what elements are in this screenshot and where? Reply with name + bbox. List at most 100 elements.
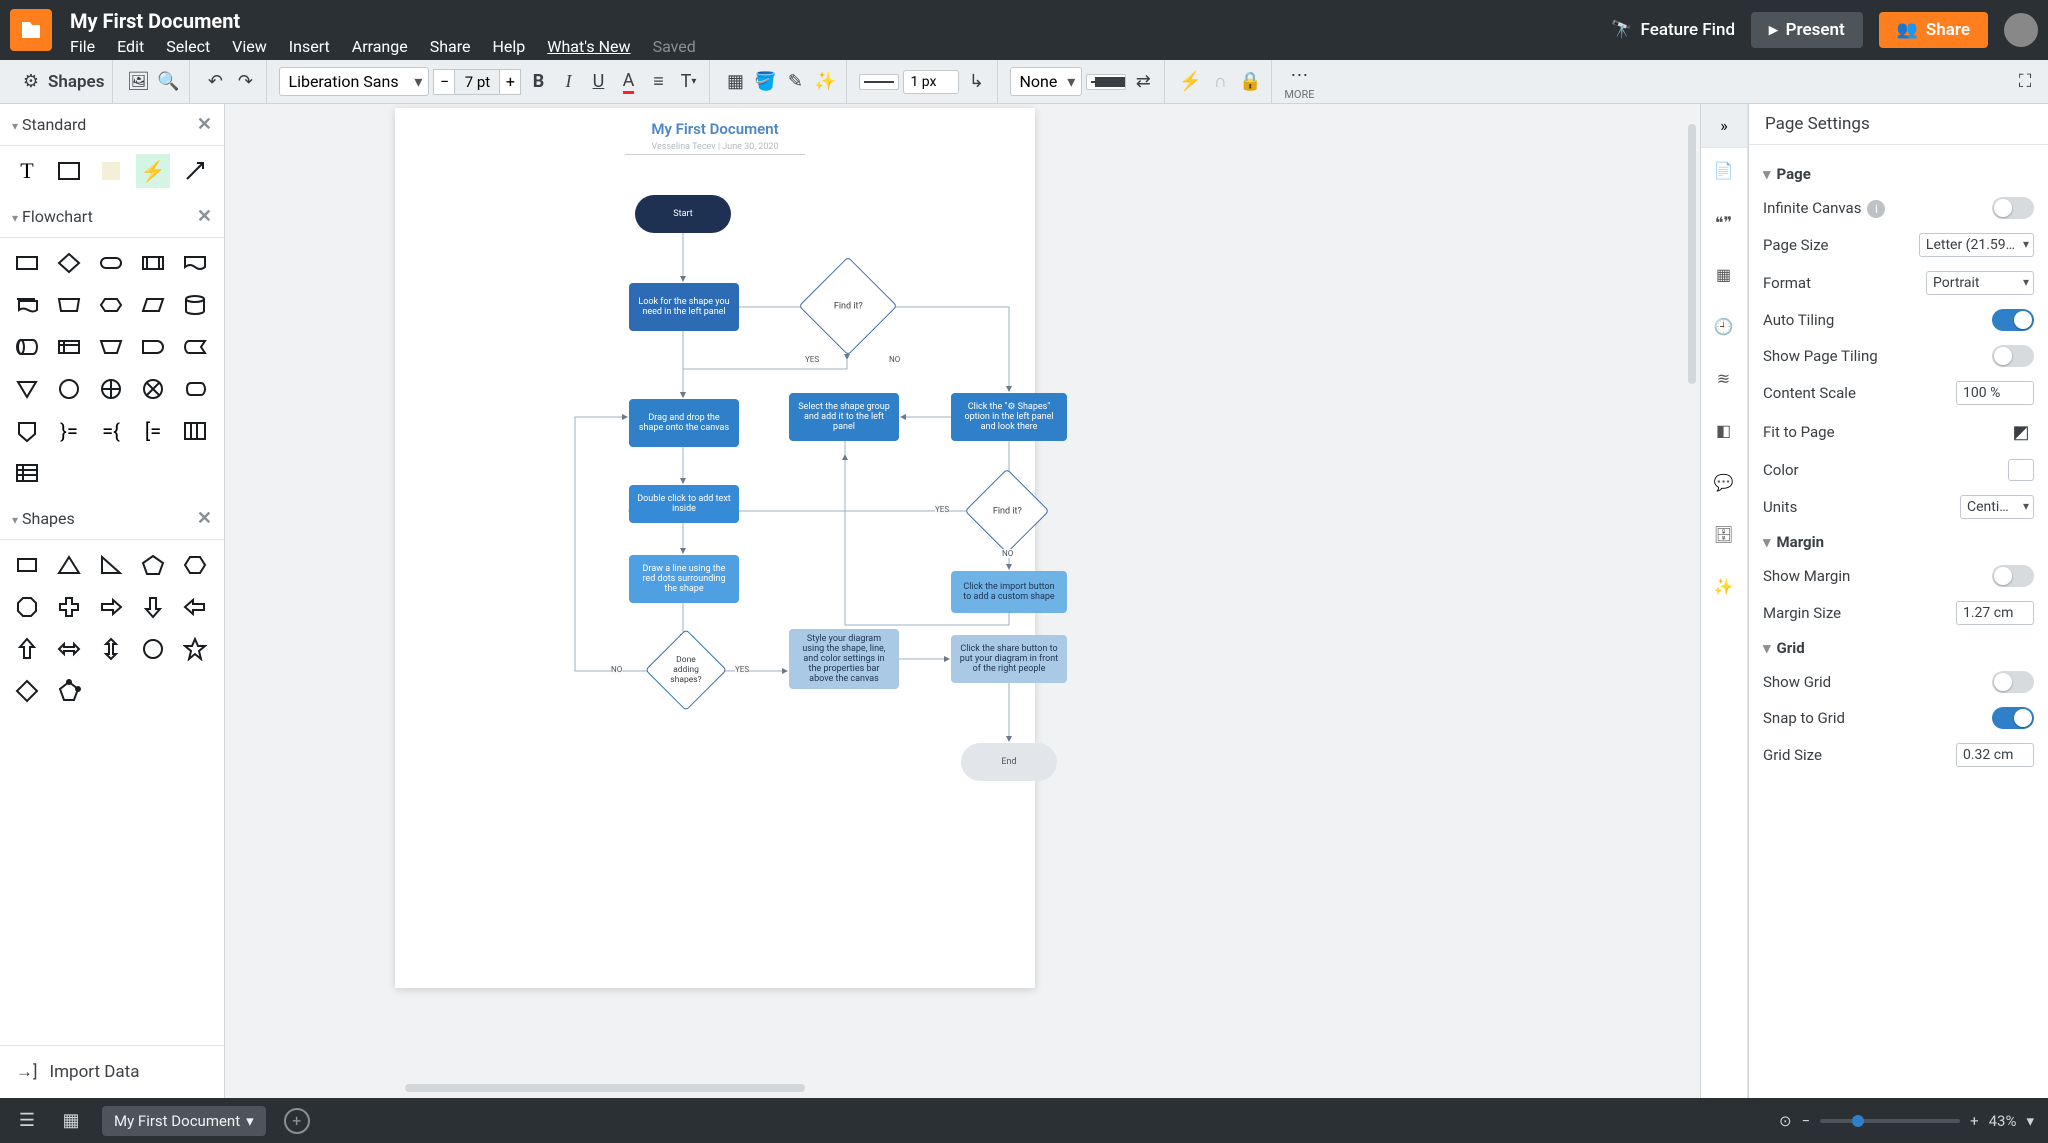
show-margin-toggle[interactable] bbox=[1992, 565, 2034, 587]
layers-tab-icon[interactable]: ≋ bbox=[1712, 366, 1736, 390]
text-shape[interactable]: T bbox=[10, 154, 44, 188]
text-color-icon[interactable]: A bbox=[615, 69, 641, 95]
sh-pent[interactable] bbox=[136, 548, 170, 582]
node-draw-line[interactable]: Draw a line using the red dots surroundi… bbox=[629, 555, 739, 603]
fc-brace-l[interactable]: ={ bbox=[94, 414, 128, 448]
font-size-value[interactable]: 7 pt bbox=[455, 69, 499, 95]
node-dbl-click[interactable]: Double click to add text inside bbox=[629, 485, 739, 523]
fill-icon[interactable]: 🪣 bbox=[752, 69, 778, 95]
fc-delay[interactable] bbox=[136, 330, 170, 364]
node-import[interactable]: Click the import button to add a custom … bbox=[951, 571, 1067, 613]
data-tab-icon[interactable]: 🗄 bbox=[1712, 522, 1736, 546]
gear-icon[interactable]: ⚙ bbox=[18, 69, 44, 95]
close-icon[interactable]: ✕ bbox=[197, 114, 212, 135]
sh-tri[interactable] bbox=[52, 548, 86, 582]
history-tab-icon[interactable]: 🕘 bbox=[1712, 314, 1736, 338]
add-page-button[interactable]: + bbox=[284, 1108, 310, 1134]
close-icon[interactable]: ✕ bbox=[197, 206, 212, 227]
sh-arrow-d[interactable] bbox=[136, 590, 170, 624]
fc-intern[interactable] bbox=[52, 330, 86, 364]
fc-process[interactable] bbox=[10, 246, 44, 280]
align-icon[interactable]: ≡ bbox=[645, 69, 671, 95]
border-color-icon[interactable]: ✎ bbox=[782, 69, 808, 95]
fc-table[interactable] bbox=[178, 414, 212, 448]
node-select-group[interactable]: Select the shape group and add it to the… bbox=[789, 393, 899, 441]
sh-diamond[interactable] bbox=[10, 674, 44, 708]
share-button[interactable]: 👥 Share bbox=[1879, 12, 1988, 48]
sh-circle[interactable] bbox=[136, 632, 170, 666]
node-style[interactable]: Style your diagram using the shape, line… bbox=[789, 629, 899, 689]
fc-manual-op[interactable] bbox=[94, 330, 128, 364]
fc-db[interactable] bbox=[178, 288, 212, 322]
fc-data[interactable] bbox=[136, 288, 170, 322]
feature-find-button[interactable]: 🔭 Feature Find bbox=[1611, 20, 1735, 40]
font-size-decrease[interactable]: − bbox=[433, 69, 455, 95]
format-select[interactable]: Portrait bbox=[1926, 271, 2034, 295]
lock-icon[interactable]: 🔒 bbox=[1237, 69, 1263, 95]
sh-poly[interactable] bbox=[52, 674, 86, 708]
text-size-icon[interactable]: T▾ bbox=[675, 69, 701, 95]
snap-grid-toggle[interactable] bbox=[1992, 707, 2034, 729]
page-size-select[interactable]: Letter (21.59… bbox=[1919, 233, 2034, 257]
sh-cross[interactable] bbox=[52, 590, 86, 624]
menu-insert[interactable]: Insert bbox=[289, 37, 330, 56]
fc-sum[interactable] bbox=[136, 372, 170, 406]
show-grid-toggle[interactable] bbox=[1992, 671, 2034, 693]
fc-predef[interactable] bbox=[136, 246, 170, 280]
fc-display[interactable] bbox=[178, 372, 212, 406]
app-logo[interactable] bbox=[10, 9, 52, 51]
sh-hex[interactable] bbox=[178, 548, 212, 582]
flowchart-section-header[interactable]: ▾Flowchart ✕ bbox=[0, 196, 224, 238]
present-button[interactable]: ▸ Present bbox=[1751, 12, 1863, 48]
sh-arrow-u[interactable] bbox=[10, 632, 44, 666]
fc-stored[interactable] bbox=[178, 330, 212, 364]
redo-icon[interactable]: ↷ bbox=[232, 69, 258, 95]
note-shape[interactable] bbox=[94, 154, 128, 188]
node-look-shape[interactable]: Look for the shape you need in the left … bbox=[629, 283, 739, 331]
import-data-button[interactable]: →] Import Data bbox=[0, 1045, 224, 1098]
swap-icon[interactable]: ⇄ bbox=[1130, 69, 1156, 95]
units-select[interactable]: Centi… bbox=[1960, 495, 2034, 519]
node-click-shapes[interactable]: Click the "⚙ Shapes" option in the left … bbox=[951, 393, 1067, 441]
margin-size-input[interactable]: 1.27 cm bbox=[1956, 601, 2034, 625]
canvas[interactable]: My First Document Vesselina Tecev | June… bbox=[225, 104, 1700, 1098]
doc-title[interactable]: My First Document bbox=[70, 9, 1611, 33]
magnet-icon[interactable]: ∩ bbox=[1207, 69, 1233, 95]
action-shape[interactable]: ⚡ bbox=[136, 154, 170, 188]
zoom-slider[interactable] bbox=[1820, 1119, 1960, 1123]
grid-view-icon[interactable]: ▦ bbox=[58, 1108, 84, 1134]
line-style-select[interactable] bbox=[859, 74, 899, 90]
margin-section-h[interactable]: Margin bbox=[1777, 533, 1824, 551]
grid-section-h[interactable]: Grid bbox=[1777, 639, 1805, 657]
italic-icon[interactable]: I bbox=[555, 69, 581, 95]
zoom-in-button[interactable]: + bbox=[1970, 1112, 1979, 1130]
page-tab-icon[interactable]: 📄 bbox=[1712, 158, 1736, 182]
line-route-icon[interactable]: ↳ bbox=[963, 69, 989, 95]
fill-select[interactable]: None bbox=[1010, 67, 1082, 96]
present-tab-icon[interactable]: ▦ bbox=[1712, 262, 1736, 286]
fullscreen-icon[interactable]: ⛶ bbox=[2012, 69, 2038, 95]
page-section-h[interactable]: Page bbox=[1777, 165, 1811, 183]
fc-multidoc[interactable] bbox=[10, 288, 44, 322]
menu-help[interactable]: Help bbox=[493, 37, 526, 56]
grid-size-input[interactable]: 0.32 cm bbox=[1956, 743, 2034, 767]
info-icon[interactable]: i bbox=[1867, 200, 1885, 218]
fc-brace-r[interactable]: }= bbox=[52, 414, 86, 448]
list-view-icon[interactable]: ☰ bbox=[14, 1108, 40, 1134]
fc-prep[interactable] bbox=[94, 288, 128, 322]
fc-direct[interactable] bbox=[10, 330, 44, 364]
stroke-width[interactable]: 1 px bbox=[903, 70, 959, 94]
sh-arrow-lr[interactable] bbox=[52, 632, 86, 666]
h-scrollbar[interactable] bbox=[405, 1084, 805, 1092]
menu-select[interactable]: Select bbox=[166, 37, 210, 56]
font-size-increase[interactable]: + bbox=[499, 69, 521, 95]
zoom-out-button[interactable]: − bbox=[1802, 1112, 1811, 1130]
menu-whatsnew[interactable]: What's New bbox=[547, 37, 630, 56]
menu-edit[interactable]: Edit bbox=[117, 37, 144, 56]
sh-oct[interactable] bbox=[10, 590, 44, 624]
search-icon[interactable]: 🔍 bbox=[155, 69, 181, 95]
content-scale-input[interactable]: 100 % bbox=[1956, 381, 2034, 405]
shapes-toggle[interactable]: Shapes bbox=[48, 72, 104, 92]
bolt-icon[interactable]: ⚡ bbox=[1177, 69, 1203, 95]
bold-icon[interactable]: B bbox=[525, 69, 551, 95]
